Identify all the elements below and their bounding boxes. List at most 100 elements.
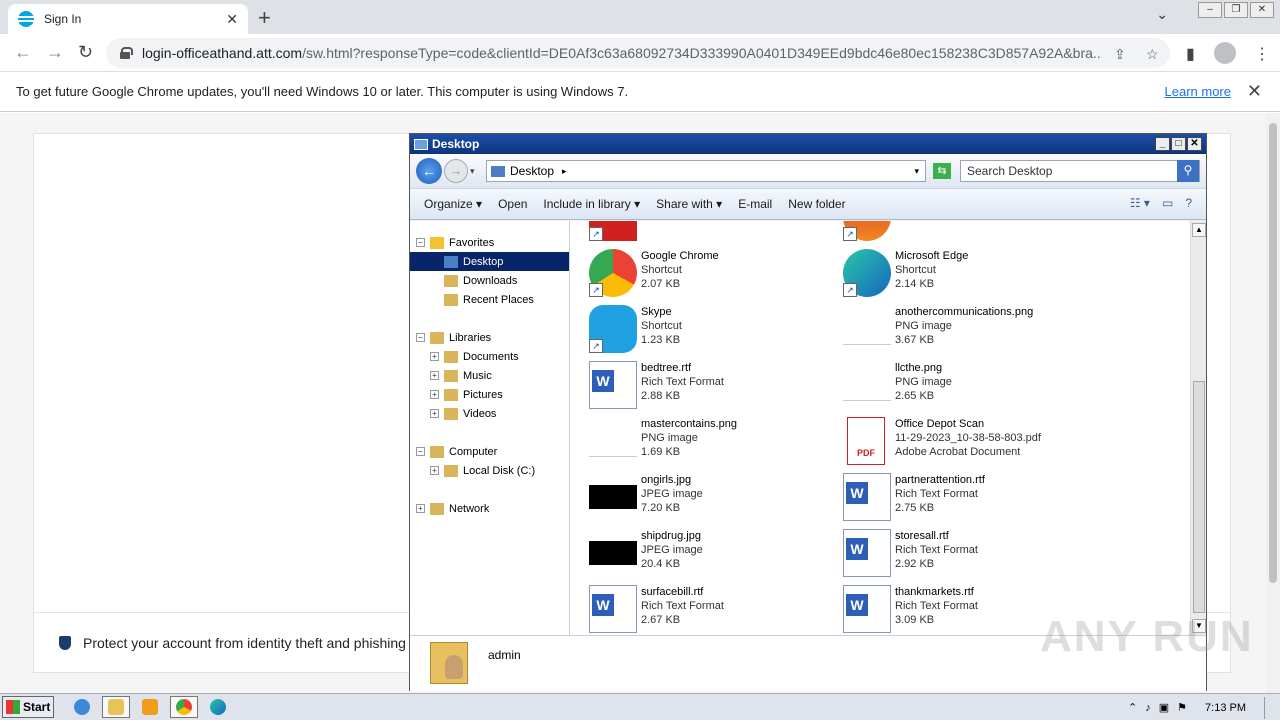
expand-toggle-icon[interactable]: − — [416, 333, 425, 342]
tab-close-icon[interactable]: ✕ — [226, 11, 238, 28]
profile-avatar[interactable] — [1214, 42, 1236, 64]
show-desktop-button[interactable] — [1264, 696, 1272, 719]
tray-expand-icon[interactable]: ⌃ — [1128, 701, 1137, 714]
file-item[interactable]: ongirls.jpg JPEG image 7.20 KB — [571, 471, 821, 521]
cmd-new-folder[interactable]: New folder — [788, 197, 845, 211]
nav-item-pictures[interactable]: + Pictures — [410, 385, 569, 404]
taskbar-clock[interactable]: 7:13 PM — [1205, 702, 1246, 714]
page-scrollbar[interactable] — [1266, 113, 1280, 693]
scroll-up-icon[interactable]: ▲ — [1192, 223, 1206, 237]
address-bar[interactable]: login-officeathand.att.com/sw.html?respo… — [106, 38, 1170, 68]
nav-item-desktop[interactable]: Desktop — [410, 252, 569, 271]
expand-toggle-icon[interactable]: − — [416, 447, 425, 456]
file-item[interactable]: thankmarkets.rtf Rich Text Format 3.09 KB — [825, 583, 1075, 633]
expand-toggle-icon[interactable]: + — [430, 352, 439, 361]
minimize-button[interactable]: – — [1198, 2, 1222, 18]
explorer-titlebar[interactable]: Desktop _ □ ✕ — [410, 134, 1206, 154]
nav-item-downloads[interactable]: Downloads — [410, 271, 569, 290]
nav-item-music[interactable]: + Music — [410, 366, 569, 385]
share-icon[interactable]: ⇪ — [1114, 46, 1126, 63]
nav-item-recent-places[interactable]: Recent Places — [410, 290, 569, 309]
file-meta: Google Chrome Shortcut 2.07 KB — [641, 249, 719, 291]
nav-item-network[interactable]: + Network — [410, 499, 569, 518]
forward-arrow-icon[interactable]: → — [46, 42, 64, 63]
cmd-share-with[interactable]: Share with ▾ — [656, 197, 722, 211]
file-item[interactable]: ↗1.07 KB — [825, 221, 1075, 241]
page-scrollbar-thumb[interactable] — [1269, 123, 1277, 583]
menu-dots-icon[interactable]: ⋮ — [1254, 44, 1270, 64]
taskbar-chrome[interactable] — [170, 696, 198, 718]
file-meta: surfacebill.rtf Rich Text Format 2.67 KB — [641, 585, 724, 627]
nav-item-libraries[interactable]: − Libraries — [410, 328, 569, 347]
lock-icon[interactable] — [120, 47, 133, 59]
expand-toggle-icon[interactable]: − — [416, 238, 425, 247]
volume-icon[interactable]: ♪ — [1145, 702, 1151, 714]
file-item[interactable]: storesall.rtf Rich Text Format 2.92 KB — [825, 527, 1075, 577]
expand-toggle-icon[interactable]: + — [430, 466, 439, 475]
file-item[interactable]: anothercommunications.png PNG image 3.67 K… — [825, 303, 1075, 353]
explorer-minimize-button[interactable]: _ — [1155, 137, 1170, 151]
close-window-button[interactable]: ✕ — [1250, 2, 1274, 18]
restore-button[interactable]: ❐ — [1224, 2, 1248, 18]
explorer-forward-button[interactable]: → — [444, 159, 468, 183]
nav-item-documents[interactable]: + Documents — [410, 347, 569, 366]
address-dropdown-icon[interactable]: ▾ — [914, 166, 919, 177]
explorer-close-button[interactable]: ✕ — [1187, 137, 1202, 151]
file-item[interactable]: surfacebill.rtf Rich Text Format 2.67 KB — [571, 583, 821, 633]
file-item[interactable]: mastercontains.png PNG image 1.69 KB — [571, 415, 821, 465]
cmd-email[interactable]: E-mail — [738, 197, 772, 211]
cmd-open[interactable]: Open — [498, 197, 527, 211]
nav-item-videos[interactable]: + Videos — [410, 404, 569, 423]
change-view-icon[interactable]: ☷ ▾ — [1130, 196, 1150, 210]
protect-notice[interactable]: Protect your account from identity theft… — [59, 635, 406, 651]
nav-item-computer[interactable]: − Computer — [410, 442, 569, 461]
file-item[interactable]: bedtree.rtf Rich Text Format 2.88 KB — [571, 359, 821, 409]
expand-toggle-icon[interactable]: + — [430, 371, 439, 380]
explorer-address-field[interactable]: Desktop ▸ ▾ — [486, 160, 926, 182]
file-item[interactable]: ↗1.99 KB — [571, 221, 821, 241]
file-list-scrollbar[interactable]: ▲ ▼ — [1190, 221, 1206, 635]
new-tab-button[interactable]: + — [258, 5, 271, 31]
nav-item-favorites[interactable]: − Favorites — [410, 233, 569, 252]
file-item[interactable]: llcthe.png PNG image 2.65 KB — [825, 359, 1075, 409]
tab-search-chevron-icon[interactable]: ⌄ — [1156, 6, 1168, 23]
learn-more-link[interactable]: Learn more — [1165, 84, 1231, 99]
back-arrow-icon[interactable]: ← — [14, 42, 32, 63]
file-item[interactable]: partnerattention.rtf Rich Text Format 2.75… — [825, 471, 1075, 521]
start-button[interactable]: Start — [2, 696, 54, 718]
nav-item-local-disk-c[interactable]: + Local Disk (C:) — [410, 461, 569, 480]
infobar-close-icon[interactable]: ✕ — [1247, 81, 1262, 102]
bookmark-star-icon[interactable]: ☆ — [1146, 46, 1159, 63]
taskbar-explorer[interactable] — [102, 696, 130, 718]
file-item[interactable]: ↗ Skype Shortcut 1.23 KB — [571, 303, 821, 353]
taskbar-edge[interactable] — [204, 696, 232, 718]
reload-icon[interactable]: ↻ — [78, 42, 93, 63]
expand-toggle-icon[interactable]: + — [430, 390, 439, 399]
taskbar-media-player[interactable] — [136, 696, 164, 718]
browser-tab[interactable]: Sign In ✕ — [8, 4, 248, 34]
explorer-search-input[interactable]: Search Desktop ⚲ — [960, 160, 1200, 182]
file-item[interactable]: PDF Office Depot Scan 11-29-2023_10-38-58-… — [825, 415, 1075, 465]
explorer-maximize-button[interactable]: □ — [1171, 137, 1186, 151]
history-chevron-icon[interactable]: ▾ — [470, 166, 475, 177]
preview-pane-icon[interactable]: ▭ — [1162, 196, 1173, 210]
expand-toggle-icon[interactable]: + — [416, 504, 425, 513]
nav-item-label: Computer — [449, 445, 498, 458]
cmd-include-in-library[interactable]: Include in library ▾ — [543, 197, 640, 211]
file-item[interactable]: ↗ Microsoft Edge Shortcut 2.14 KB — [825, 247, 1075, 297]
file-list-scrollbar-thumb[interactable] — [1193, 381, 1205, 613]
side-panel-icon[interactable]: ▮ — [1186, 44, 1195, 64]
taskbar-ie[interactable] — [68, 696, 96, 718]
search-icon[interactable]: ⚲ — [1177, 160, 1199, 182]
network-icon[interactable]: ▣ — [1159, 701, 1169, 714]
expand-toggle-icon[interactable]: + — [430, 409, 439, 418]
explorer-back-button[interactable]: ← — [416, 158, 442, 184]
breadcrumb-chevron-icon[interactable]: ▸ — [562, 166, 567, 177]
action-center-flag-icon[interactable]: ⚑ — [1177, 701, 1187, 714]
explorer-refresh-icon[interactable]: ⇆ — [933, 163, 951, 179]
file-item[interactable]: shipdrug.jpg JPEG image 20.4 KB — [571, 527, 821, 577]
help-icon[interactable]: ? — [1185, 196, 1192, 210]
file-item[interactable]: ↗ Google Chrome Shortcut 2.07 KB — [571, 247, 821, 297]
cmd-organize[interactable]: Organize ▾ — [424, 197, 482, 211]
